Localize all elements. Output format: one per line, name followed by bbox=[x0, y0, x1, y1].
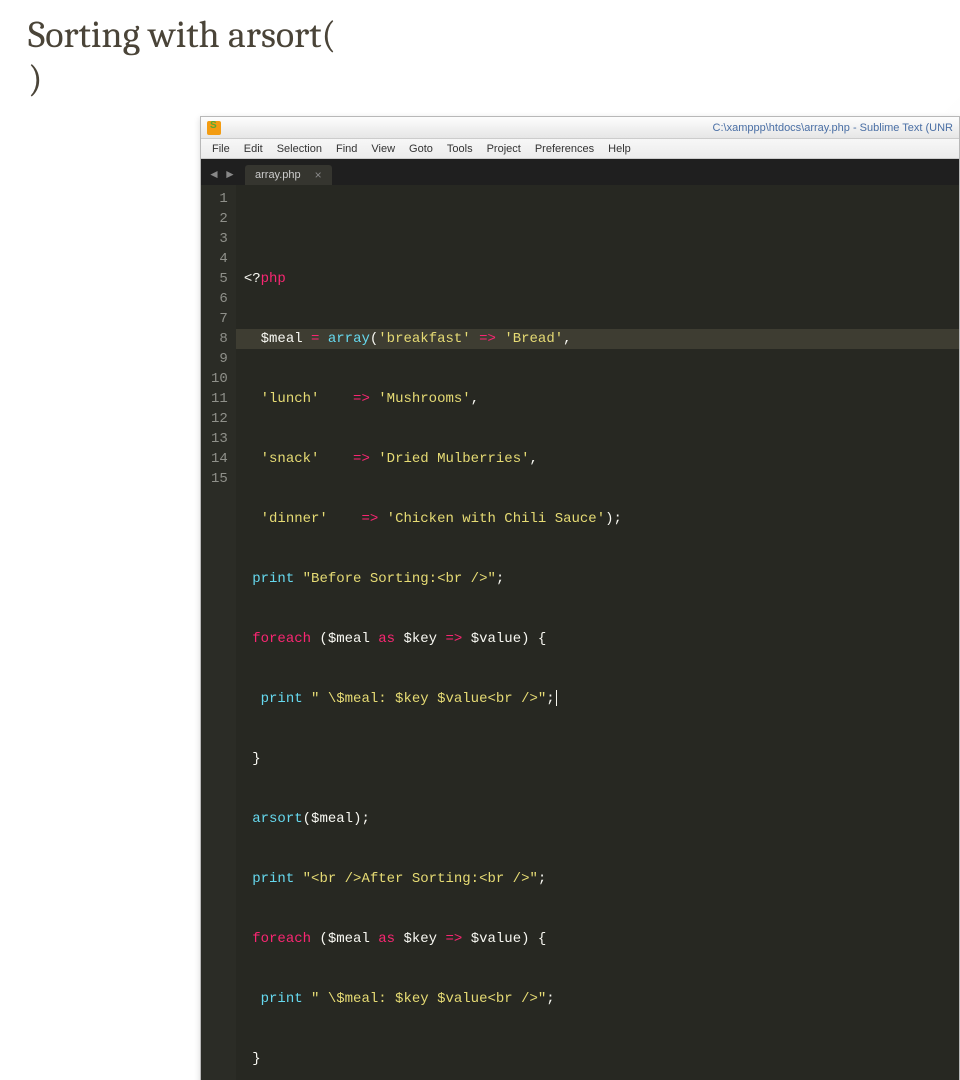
code-line: print "<br />After Sorting:<br />"; bbox=[244, 869, 951, 889]
line-number: 14 bbox=[211, 449, 228, 469]
slide-title: Sorting with arsort( ) bbox=[28, 14, 336, 101]
line-number: 13 bbox=[211, 429, 228, 449]
menu-project[interactable]: Project bbox=[480, 141, 528, 157]
editor-window: C:\xamppp\htdocs\array.php - Sublime Tex… bbox=[200, 116, 960, 1080]
code-line: print " \$meal: $key $value<br />"; bbox=[244, 989, 951, 1009]
line-number: 1 bbox=[211, 189, 228, 209]
code-line: print " \$meal: $key $value<br />"; bbox=[244, 689, 951, 709]
line-number: 6 bbox=[211, 289, 228, 309]
code-line: print "Before Sorting:<br />"; bbox=[244, 569, 951, 589]
title-bar: C:\xamppp\htdocs\array.php - Sublime Tex… bbox=[201, 117, 959, 139]
code-line: 'dinner' => 'Chicken with Chili Sauce'); bbox=[244, 509, 951, 529]
menu-help[interactable]: Help bbox=[601, 141, 638, 157]
code-line: foreach ($meal as $key => $value) { bbox=[244, 929, 951, 949]
line-number: 15 bbox=[211, 469, 228, 489]
close-icon[interactable]: × bbox=[315, 169, 322, 181]
code-line: 'lunch' => 'Mushrooms', bbox=[244, 389, 951, 409]
menu-preferences[interactable]: Preferences bbox=[528, 141, 601, 157]
tab-label: array.php bbox=[255, 169, 301, 181]
line-number: 12 bbox=[211, 409, 228, 429]
text-cursor bbox=[556, 690, 557, 706]
code-line: } bbox=[244, 1049, 951, 1069]
slide-title-line1: Sorting with arsort( bbox=[28, 13, 336, 57]
menu-selection[interactable]: Selection bbox=[270, 141, 329, 157]
gutter: 1 2 3 4 5 6 7 8 9 10 11 12 13 14 15 bbox=[201, 185, 236, 1080]
code-line: foreach ($meal as $key => $value) { bbox=[244, 629, 951, 649]
line-number: 2 bbox=[211, 209, 228, 229]
menu-find[interactable]: Find bbox=[329, 141, 364, 157]
code-area[interactable]: 1 2 3 4 5 6 7 8 9 10 11 12 13 14 15 <?ph… bbox=[201, 185, 959, 1080]
menu-file[interactable]: File bbox=[205, 141, 237, 157]
code-line: 'snack' => 'Dried Mulberries', bbox=[244, 449, 951, 469]
tab-row: ◄ ► array.php × bbox=[201, 159, 959, 185]
title-bar-path: C:\xamppp\htdocs\array.php - Sublime Tex… bbox=[713, 122, 953, 134]
nav-forward-icon[interactable]: ► bbox=[223, 167, 237, 181]
line-number: 3 bbox=[211, 229, 228, 249]
slide-title-line2: ) bbox=[28, 57, 43, 101]
app-icon bbox=[207, 121, 221, 135]
code-body[interactable]: <?php $meal = array('breakfast' => 'Brea… bbox=[236, 185, 959, 1080]
code-line: } bbox=[244, 749, 951, 769]
line-number: 11 bbox=[211, 389, 228, 409]
line-number: 4 bbox=[211, 249, 228, 269]
line-number: 7 bbox=[211, 309, 228, 329]
menu-tools[interactable]: Tools bbox=[440, 141, 480, 157]
menu-bar: File Edit Selection Find View Goto Tools… bbox=[201, 139, 959, 159]
line-number: 10 bbox=[211, 369, 228, 389]
tab-array-php[interactable]: array.php × bbox=[245, 165, 332, 185]
menu-view[interactable]: View bbox=[364, 141, 402, 157]
menu-edit[interactable]: Edit bbox=[237, 141, 270, 157]
code-line: arsort($meal); bbox=[244, 809, 951, 829]
menu-goto[interactable]: Goto bbox=[402, 141, 440, 157]
line-number: 9 bbox=[211, 349, 228, 369]
line-number: 5 bbox=[211, 269, 228, 289]
code-line: <?php bbox=[244, 269, 951, 289]
nav-arrows: ◄ ► bbox=[205, 167, 243, 185]
line-number: 8 bbox=[211, 329, 228, 349]
nav-back-icon[interactable]: ◄ bbox=[207, 167, 221, 181]
